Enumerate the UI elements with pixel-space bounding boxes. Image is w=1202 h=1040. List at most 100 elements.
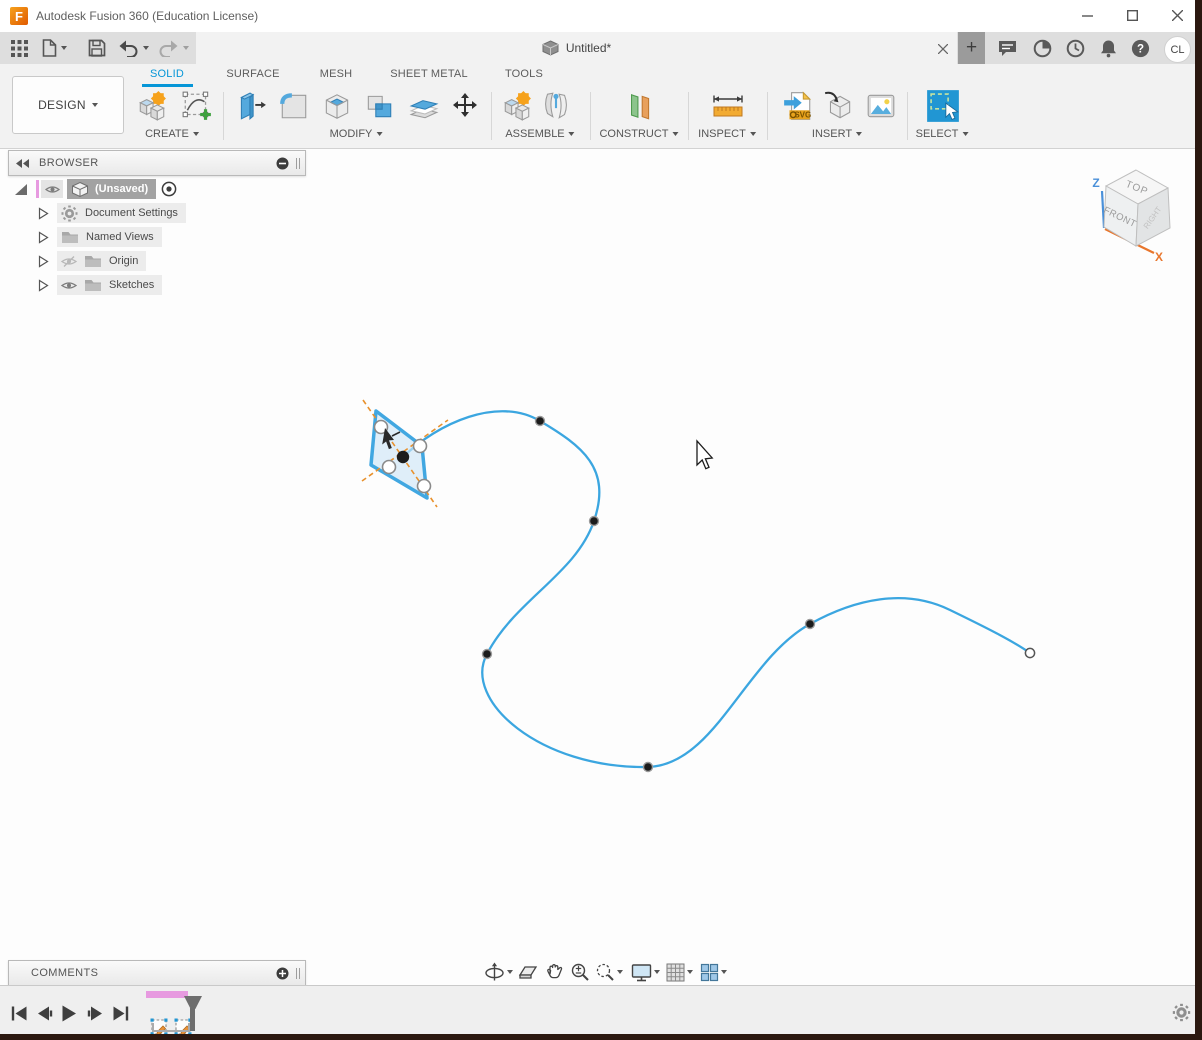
fillet-button[interactable] (276, 88, 312, 124)
close-document-tab-button[interactable] (933, 39, 953, 59)
ribbon-tab-sheet-metal[interactable]: SHEET METAL (390, 68, 468, 80)
expand-arrow-icon[interactable] (38, 255, 49, 268)
select-group-label[interactable]: SELECT (916, 128, 969, 140)
job-status-button[interactable] (1031, 38, 1053, 58)
collapse-browser-icon[interactable] (16, 159, 29, 168)
comments-header[interactable]: COMMENTS (8, 960, 306, 986)
create-group-label[interactable]: CREATE (145, 128, 199, 140)
insert-group-label[interactable]: INSERT (812, 128, 862, 140)
display-settings-button[interactable] (630, 960, 660, 984)
save-button[interactable] (84, 35, 110, 61)
spline-end-point[interactable] (1025, 648, 1034, 657)
redo-button[interactable] (156, 35, 190, 61)
document-tab[interactable]: Untitled* (196, 32, 957, 64)
expand-arrow-icon[interactable] (38, 279, 49, 292)
root-visibility-toggle[interactable] (41, 180, 63, 198)
zoom-window-caret[interactable] (617, 970, 623, 974)
construct-plane-button[interactable] (621, 88, 657, 124)
viewports-caret[interactable] (721, 970, 727, 974)
timeline-go-to-start-button[interactable] (8, 1003, 30, 1023)
eye-off-icon[interactable] (61, 255, 77, 268)
browser-item-origin[interactable]: Origin (38, 250, 146, 272)
notifications-button[interactable] (1097, 38, 1119, 58)
joint-button[interactable] (538, 88, 574, 124)
expand-arrow-icon[interactable] (38, 207, 49, 220)
spline-handle-region[interactable] (371, 411, 427, 498)
comments-button[interactable] (996, 38, 1018, 58)
move-copy-button[interactable] (447, 88, 483, 124)
construct-caret (673, 132, 679, 136)
offset-face-button[interactable] (406, 88, 442, 124)
grid-snap-button[interactable] (664, 960, 694, 984)
spline-handle-grips[interactable] (375, 421, 431, 493)
view-cube[interactable]: Z X TOP FRONT RIGHT (1060, 162, 1190, 270)
add-comment-icon[interactable] (276, 967, 289, 980)
help-button[interactable]: ? (1129, 38, 1151, 58)
insert-mesh-button[interactable] (821, 88, 857, 124)
spline-curve[interactable] (403, 411, 1030, 767)
assemble-group-label[interactable]: ASSEMBLE (505, 128, 574, 140)
viewports-button[interactable] (698, 960, 728, 984)
look-at-button[interactable] (516, 960, 540, 984)
app-grid-button[interactable] (6, 35, 32, 61)
undo-button[interactable] (116, 35, 150, 61)
browser-item-document-settings[interactable]: Document Settings (38, 202, 186, 224)
press-pull-button[interactable] (233, 88, 269, 124)
insert-canvas-button[interactable] (863, 88, 899, 124)
ribbon-tab-surface[interactable]: SURFACE (226, 68, 279, 80)
select-button[interactable] (925, 88, 961, 124)
new-document-tab-button[interactable]: + (958, 32, 985, 64)
measure-button[interactable] (710, 88, 746, 124)
maximize-button[interactable] (1115, 0, 1149, 31)
browser-item-named-views[interactable]: Named Views (38, 226, 162, 248)
create-sketch-button[interactable] (179, 88, 215, 124)
browser-root-row[interactable]: (Unsaved) (14, 178, 177, 200)
ribbon-tab-tools[interactable]: TOOLS (505, 68, 543, 80)
account-avatar[interactable]: CL (1164, 36, 1191, 63)
timeline-step-forward-button[interactable] (84, 1003, 106, 1023)
workspace-switcher[interactable]: DESIGN (12, 76, 124, 134)
select-icon (926, 89, 960, 123)
display-settings-caret[interactable] (654, 970, 660, 974)
timeline-settings-button[interactable] (1172, 1003, 1192, 1023)
zoom-button[interactable] (568, 960, 592, 984)
browser-remove-icon[interactable] (276, 157, 289, 170)
shell-button[interactable] (319, 88, 355, 124)
timeline-step-back-button[interactable] (34, 1003, 56, 1023)
construct-group-label[interactable]: CONSTRUCT (599, 128, 678, 140)
modify-group-label[interactable]: MODIFY (330, 128, 383, 140)
browser-header[interactable]: BROWSER (8, 150, 306, 176)
minimize-button[interactable] (1070, 0, 1104, 31)
ribbon-tab-solid[interactable]: SOLID (150, 68, 184, 80)
comment-bubble-icon (998, 40, 1017, 57)
browser-item-sketches[interactable]: Sketches (38, 274, 162, 296)
active-tab-underline (142, 84, 193, 87)
pan-button[interactable] (542, 960, 566, 984)
comments-drag-grip[interactable] (296, 968, 300, 979)
orbit-button[interactable] (483, 960, 513, 984)
selected-fit-point[interactable] (397, 451, 409, 463)
root-item[interactable]: (Unsaved) (67, 179, 156, 199)
timeline-go-to-end-button[interactable] (110, 1003, 132, 1023)
ribbon-tab-mesh[interactable]: MESH (320, 68, 353, 80)
file-menu-button[interactable] (38, 35, 70, 61)
zoom-window-button[interactable] (594, 960, 624, 984)
zoom-window-icon (595, 962, 615, 982)
assemble-new-component-button[interactable] (499, 88, 535, 124)
browser-drag-grip[interactable] (296, 158, 300, 169)
root-expand-icon[interactable] (14, 182, 28, 196)
activate-component-radio[interactable] (161, 181, 177, 197)
eye-icon[interactable] (61, 280, 77, 291)
insert-svg-button[interactable]: SVG (780, 88, 816, 124)
grid-snap-caret[interactable] (687, 970, 693, 974)
timeline-play-button[interactable] (58, 1003, 80, 1023)
timeline-playhead-stem[interactable] (190, 1008, 195, 1031)
orbit-caret[interactable] (507, 970, 513, 974)
spline-fit-points[interactable] (482, 416, 815, 772)
expand-arrow-icon[interactable] (38, 231, 49, 244)
combine-button[interactable] (361, 88, 397, 124)
recent-activity-button[interactable] (1064, 38, 1086, 58)
close-window-button[interactable] (1160, 0, 1194, 31)
inspect-group-label[interactable]: INSPECT (698, 128, 756, 140)
new-component-button[interactable] (134, 88, 170, 124)
